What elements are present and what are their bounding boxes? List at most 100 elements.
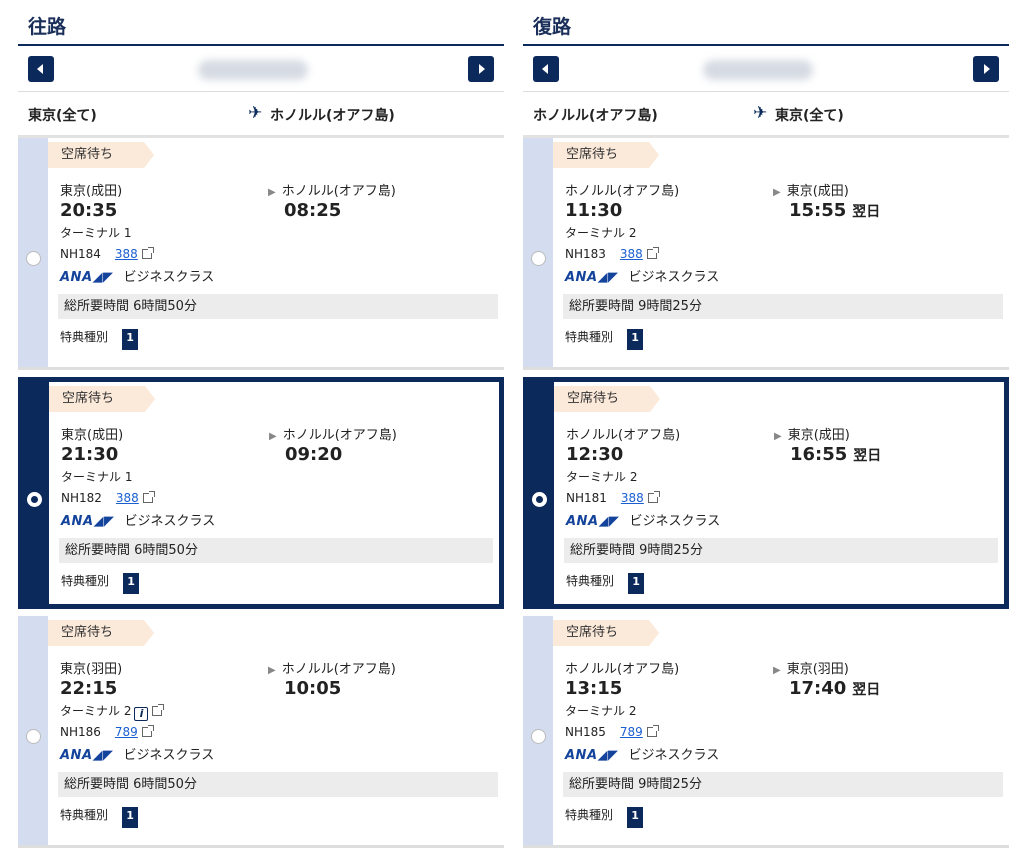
aircraft-type-link[interactable]: 388 xyxy=(620,247,643,261)
flight-details: 空席待ち ホノルル(オアフ島) 13:15 ▶ 東京(羽田) 17:40 翌日 ター… xyxy=(553,616,1009,845)
flight-number: NH185 xyxy=(565,725,606,739)
arrival-city: ホノルル(オアフ島) xyxy=(282,428,397,443)
return-flight-option-2[interactable]: 空席待ち ホノルル(オアフ島) 12:30 ▶ 東京(成田) 16:55 翌日 ター… xyxy=(523,377,1009,609)
award-type-row: 特典種別 1 xyxy=(61,572,140,591)
return-route-to: 東京(全て) xyxy=(775,108,844,124)
outbound-flight-option-2[interactable]: 空席待ち 東京(成田) 21:30 ▶ ホノルル(オアフ島) 09:20 ターミナ… xyxy=(18,377,504,609)
outbound-route-from: 東京(全て) xyxy=(28,108,97,124)
external-link-icon xyxy=(646,247,659,259)
caret-right-icon: ▶ xyxy=(774,431,782,442)
aircraft-type-link[interactable]: 388 xyxy=(621,491,644,505)
arrival-city-row: ▶ 東京(成田) xyxy=(774,424,850,443)
availability-tag: 空席待ち xyxy=(553,620,659,646)
arrival-city-row: ▶ ホノルル(オアフ島) xyxy=(268,658,396,677)
airline-row: ANA◢◤ ビジネスクラス xyxy=(60,744,214,763)
ana-logo-text: ANA xyxy=(60,270,93,285)
award-type-badge[interactable]: 1 xyxy=(628,573,645,591)
ana-logo-slash: ◢◤ xyxy=(598,514,620,529)
award-type-row: 特典種別 1 xyxy=(565,328,644,347)
departure-city: 東京(羽田) xyxy=(60,662,123,677)
flight-select-radio[interactable] xyxy=(531,729,546,744)
availability-tag: 空席待ち xyxy=(553,142,659,168)
award-type-badge[interactable]: 1 xyxy=(627,807,644,825)
award-type-label: 特典種別 xyxy=(60,808,109,822)
award-type-label: 特典種別 xyxy=(60,330,109,344)
ana-logo-slash: ◢◤ xyxy=(92,270,114,285)
airline-row: ANA◢◤ ビジネスクラス xyxy=(61,510,215,529)
flight-select-radio[interactable] xyxy=(27,492,42,507)
award-type-badge[interactable]: 1 xyxy=(122,807,139,825)
departure-time: 11:30 xyxy=(565,200,623,221)
return-prev-date-button[interactable] xyxy=(533,56,559,82)
departure-city: 東京(成田) xyxy=(61,428,124,443)
arrival-time: 09:20 xyxy=(285,444,343,465)
aircraft-type-link[interactable]: 789 xyxy=(115,725,138,739)
aircraft-type-link[interactable]: 388 xyxy=(116,491,139,505)
total-duration: 総所要時間 6時間50分 xyxy=(58,294,498,319)
info-icon[interactable]: i xyxy=(134,707,149,721)
cabin-class: ビジネスクラス xyxy=(124,514,216,529)
ana-logo-text: ANA xyxy=(565,270,598,285)
airline-row: ANA◢◤ ビジネスクラス xyxy=(565,744,719,763)
return-flight-option-3[interactable]: 空席待ち ホノルル(オアフ島) 13:15 ▶ 東京(羽田) 17:40 翌日 ター… xyxy=(523,616,1009,848)
terminal-row: ターミナル 2 xyxy=(566,468,637,485)
flight-number: NH183 xyxy=(565,247,606,261)
availability-tag: 空席待ち xyxy=(49,386,155,412)
flight-select-radio[interactable] xyxy=(26,729,41,744)
arrival-time-row: 09:20 xyxy=(285,444,348,465)
arrival-city-row: ▶ 東京(羽田) xyxy=(773,658,849,677)
flight-select-radio[interactable] xyxy=(532,492,547,507)
return-route-from: ホノルル(オアフ島) xyxy=(533,108,658,124)
outbound-date-nav xyxy=(18,46,504,92)
flight-details: 空席待ち 東京(成田) 20:35 ▶ ホノルル(オアフ島) 08:25 ターミナ… xyxy=(48,138,504,367)
terminal-label: ターミナル 1 xyxy=(61,470,133,484)
ana-logo: ANA◢◤ xyxy=(61,514,115,529)
arrival-city-row: ▶ ホノルル(オアフ島) xyxy=(269,424,397,443)
outbound-column: 往路 東京(全て) ✈ ホノルル(オアフ島) 空席待ち 東京(成田) 20:35… xyxy=(18,0,504,848)
award-type-badge[interactable]: 1 xyxy=(122,329,139,347)
award-type-label: 特典種別 xyxy=(565,330,614,344)
flight-select-radio[interactable] xyxy=(26,251,41,266)
departure-city: 東京(成田) xyxy=(60,184,123,199)
award-type-badge[interactable]: 1 xyxy=(627,329,644,347)
cabin-class: ビジネスクラス xyxy=(629,514,721,529)
terminal-row: ターミナル 2i xyxy=(60,702,165,721)
arrival-time-row: 08:25 xyxy=(284,200,347,221)
outbound-prev-date-button[interactable] xyxy=(28,56,54,82)
arrival-time-row: 10:05 xyxy=(284,678,347,699)
flight-details: 空席待ち ホノルル(オアフ島) 11:30 ▶ 東京(成田) 15:55 翌日 ター… xyxy=(553,138,1009,367)
outbound-flight-option-1[interactable]: 空席待ち 東京(成田) 20:35 ▶ ホノルル(オアフ島) 08:25 ターミナ… xyxy=(18,138,504,370)
outbound-route: 東京(全て) ✈ ホノルル(オアフ島) xyxy=(18,92,504,138)
airline-row: ANA◢◤ ビジネスクラス xyxy=(565,266,719,285)
departure-time: 22:15 xyxy=(60,678,118,699)
return-flight-option-1[interactable]: 空席待ち ホノルル(オアフ島) 11:30 ▶ 東京(成田) 15:55 翌日 ター… xyxy=(523,138,1009,370)
ana-logo: ANA◢◤ xyxy=(565,270,619,285)
caret-right-icon: ▶ xyxy=(268,187,276,198)
award-type-label: 特典種別 xyxy=(61,574,110,588)
departure-time: 13:15 xyxy=(565,678,623,699)
arrival-time: 15:55 xyxy=(789,200,847,221)
return-next-date-button[interactable] xyxy=(973,56,999,82)
departure-city: ホノルル(オアフ島) xyxy=(566,428,681,443)
arrival-city: ホノルル(オアフ島) xyxy=(281,662,396,677)
external-link-icon[interactable] xyxy=(152,704,165,716)
aircraft-type-link[interactable]: 388 xyxy=(115,247,138,261)
return-date-label xyxy=(703,60,813,80)
terminal-row: ターミナル 2 xyxy=(565,702,636,719)
arrival-city-row: ▶ 東京(成田) xyxy=(773,180,849,199)
flight-number: NH182 xyxy=(61,491,102,505)
cabin-class: ビジネスクラス xyxy=(628,748,720,763)
arrival-city: 東京(成田) xyxy=(786,184,849,199)
aircraft-type-link[interactable]: 789 xyxy=(620,725,643,739)
award-type-badge[interactable]: 1 xyxy=(123,573,140,591)
terminal-row: ターミナル 1 xyxy=(60,224,131,241)
terminal-label: ターミナル 2 xyxy=(566,470,638,484)
flight-select-radio[interactable] xyxy=(531,251,546,266)
arrival-time: 16:55 xyxy=(790,444,848,465)
terminal-label: ターミナル 2 xyxy=(565,226,637,240)
terminal-label: ターミナル 2 xyxy=(565,704,637,718)
outbound-flight-option-3[interactable]: 空席待ち 東京(羽田) 22:15 ▶ ホノルル(オアフ島) 10:05 ターミナ… xyxy=(18,616,504,848)
arrival-time-row: 15:55 翌日 xyxy=(789,200,880,221)
departure-time: 12:30 xyxy=(566,444,624,465)
outbound-next-date-button[interactable] xyxy=(468,56,494,82)
